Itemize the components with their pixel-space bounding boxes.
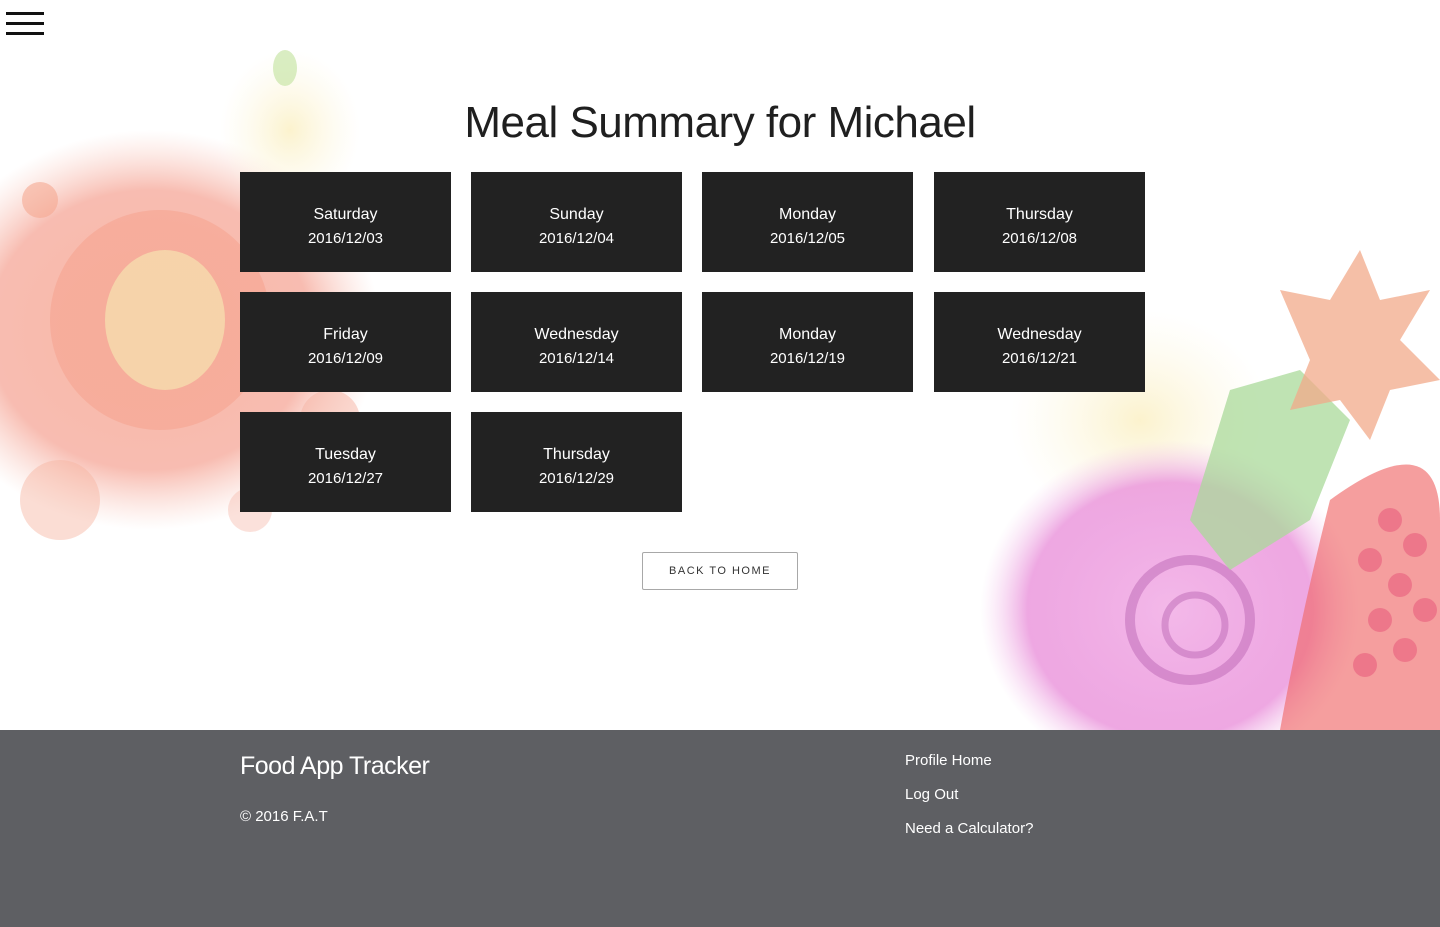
meal-day-card[interactable]: Saturday 2016/12/03 bbox=[240, 172, 451, 272]
footer-link-item: Need a Calculator? bbox=[905, 820, 1033, 854]
day-date: 2016/12/21 bbox=[1001, 350, 1078, 367]
day-name: Friday bbox=[323, 326, 368, 343]
meal-day-card[interactable]: Monday 2016/12/05 bbox=[702, 172, 913, 272]
meal-day-card[interactable]: Tuesday 2016/12/27 bbox=[240, 412, 451, 512]
footer-link-item: Profile Home bbox=[905, 752, 1033, 786]
menu-bar bbox=[6, 32, 44, 35]
day-name: Thursday bbox=[543, 446, 610, 463]
day-date: 2016/12/29 bbox=[538, 470, 615, 487]
profile-home-link[interactable]: Profile Home bbox=[905, 752, 992, 769]
meal-day-card[interactable]: Monday 2016/12/19 bbox=[702, 292, 913, 392]
day-name: Sunday bbox=[549, 206, 604, 223]
day-date: 2016/12/14 bbox=[538, 350, 615, 367]
day-date: 2016/12/08 bbox=[1001, 230, 1078, 247]
hamburger-icon[interactable] bbox=[6, 12, 44, 38]
calculator-link[interactable]: Need a Calculator? bbox=[905, 820, 1033, 837]
day-date: 2016/12/09 bbox=[307, 350, 384, 367]
day-date: 2016/12/03 bbox=[307, 230, 384, 247]
footer: Food App Tracker © 2016 F.A.T Profile Ho… bbox=[0, 730, 1440, 927]
meal-day-card[interactable]: Thursday 2016/12/29 bbox=[471, 412, 682, 512]
day-date: 2016/12/19 bbox=[769, 350, 846, 367]
day-name: Tuesday bbox=[315, 446, 376, 463]
day-name: Monday bbox=[779, 206, 836, 223]
footer-copyright: © 2016 F.A.T bbox=[240, 808, 328, 825]
meal-day-card[interactable]: Friday 2016/12/09 bbox=[240, 292, 451, 392]
meal-day-card[interactable]: Thursday 2016/12/08 bbox=[934, 172, 1145, 272]
footer-link-item: Log Out bbox=[905, 786, 1033, 820]
menu-bar bbox=[6, 12, 44, 15]
day-name: Thursday bbox=[1006, 206, 1073, 223]
day-date: 2016/12/04 bbox=[538, 230, 615, 247]
meal-day-card[interactable]: Sunday 2016/12/04 bbox=[471, 172, 682, 272]
day-date: 2016/12/05 bbox=[769, 230, 846, 247]
meal-day-card[interactable]: Wednesday 2016/12/14 bbox=[471, 292, 682, 392]
page-title: Meal Summary for Michael bbox=[464, 98, 976, 147]
footer-links: Profile Home Log Out Need a Calculator? bbox=[905, 752, 1033, 854]
day-name: Wednesday bbox=[997, 326, 1082, 343]
meal-day-card[interactable]: Wednesday 2016/12/21 bbox=[934, 292, 1145, 392]
back-to-home-button[interactable]: BACK TO HOME bbox=[642, 552, 798, 590]
day-name: Saturday bbox=[313, 206, 378, 223]
day-name: Monday bbox=[779, 326, 836, 343]
log-out-link[interactable]: Log Out bbox=[905, 786, 958, 803]
menu-bar bbox=[6, 22, 44, 25]
footer-brand: Food App Tracker bbox=[240, 752, 430, 780]
day-name: Wednesday bbox=[534, 326, 619, 343]
day-date: 2016/12/27 bbox=[307, 470, 384, 487]
